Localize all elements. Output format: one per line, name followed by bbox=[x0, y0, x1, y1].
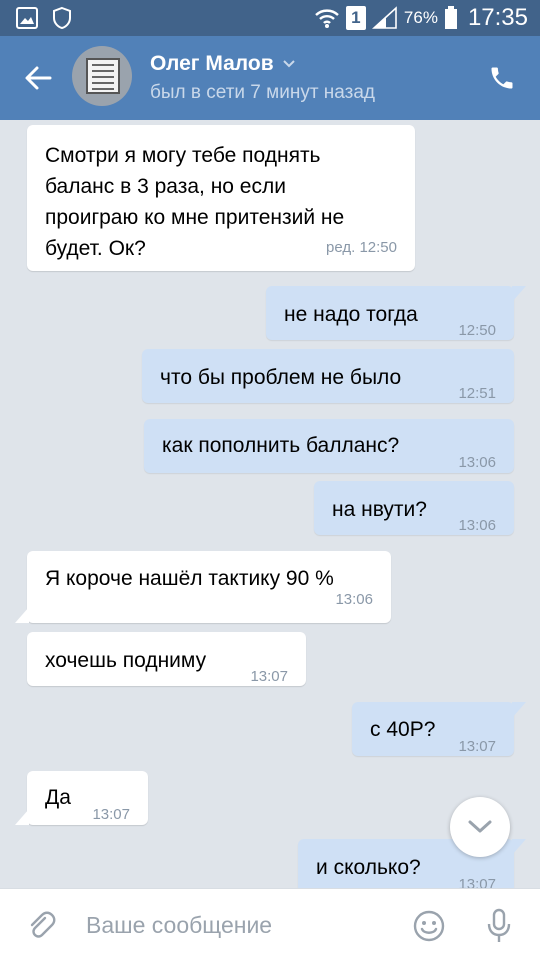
back-button[interactable] bbox=[18, 58, 58, 98]
clock: 17:35 bbox=[467, 4, 528, 31]
message-time: 12:51 bbox=[458, 385, 496, 402]
message-text-line: баланс в 3 раза, но если bbox=[45, 175, 286, 198]
message-text-line: будет. Ок? bbox=[45, 237, 146, 260]
paperclip-icon bbox=[30, 911, 56, 938]
voice-message-button[interactable] bbox=[480, 907, 518, 945]
wifi-icon bbox=[315, 9, 339, 28]
microphone-icon bbox=[487, 908, 511, 942]
contact-name-label: Олег Малов bbox=[150, 52, 274, 75]
message-incoming[interactable]: Я короче нашёл тактику 90 % 13:06 bbox=[15, 551, 391, 623]
message-text: на нвути? bbox=[332, 498, 427, 521]
contact-name[interactable]: Олег Малов bbox=[150, 52, 296, 76]
message-text: Я короче нашёл тактику 90 % bbox=[45, 567, 334, 590]
emoji-button[interactable] bbox=[410, 907, 448, 945]
message-time: 13:07 bbox=[92, 806, 130, 823]
status-bar: 1 76% 17:35 bbox=[0, 0, 540, 36]
smiley-icon bbox=[413, 910, 445, 942]
message-outgoing[interactable]: с 40Р? 13:07 bbox=[352, 702, 526, 756]
message-time: 13:06 bbox=[458, 454, 496, 471]
shield-icon bbox=[53, 6, 71, 30]
message-text: хочешь подниму bbox=[45, 649, 207, 672]
arrow-left-icon bbox=[25, 66, 52, 90]
message-time: 13:06 bbox=[458, 517, 496, 534]
message-time: 13:07 bbox=[458, 738, 496, 755]
attach-button[interactable] bbox=[22, 907, 60, 945]
message-time: 12:50 bbox=[458, 322, 496, 339]
message-outgoing[interactable]: не надо тогда 12:50 bbox=[266, 286, 526, 340]
message-time: 13:06 bbox=[335, 591, 373, 608]
message-text: что бы проблем не было bbox=[160, 366, 402, 389]
last-seen-status: был в сети 7 минут назад bbox=[150, 82, 376, 103]
message-outgoing[interactable]: что бы проблем не было 12:51 bbox=[142, 349, 514, 403]
avatar-image bbox=[86, 58, 120, 94]
message-text-line: проиграю ко мне притензий не bbox=[45, 206, 345, 229]
message-text-line: Смотри я могу тебе поднять bbox=[45, 144, 321, 167]
message-time: 13:07 bbox=[458, 876, 496, 888]
chevron-down-icon bbox=[468, 820, 492, 833]
message-text: как пополнить балланс? bbox=[162, 434, 400, 457]
phone-icon bbox=[491, 67, 513, 89]
message-text: и сколько? bbox=[316, 856, 421, 879]
message-text: не надо тогда bbox=[284, 303, 418, 326]
message-outgoing[interactable]: как пополнить балланс? 13:06 bbox=[144, 419, 514, 473]
chat-header: Олег Малов был в сети 7 минут назад bbox=[0, 36, 540, 120]
message-outgoing[interactable]: на нвути? 13:06 bbox=[314, 481, 514, 535]
signal-icon bbox=[371, 6, 397, 29]
message-list[interactable]: Смотри я могу тебе поднять баланс в 3 ра… bbox=[0, 120, 540, 888]
message-composer bbox=[0, 888, 540, 960]
message-text: с 40Р? bbox=[370, 718, 436, 741]
message-incoming[interactable]: Смотри я могу тебе поднять баланс в 3 ра… bbox=[27, 125, 415, 271]
scroll-to-bottom-button[interactable] bbox=[450, 797, 510, 857]
message-incoming[interactable]: Да 13:07 bbox=[15, 771, 148, 825]
call-button[interactable] bbox=[484, 60, 520, 96]
message-text: Да bbox=[45, 786, 71, 809]
message-input[interactable] bbox=[86, 907, 386, 943]
message-time: ред. 12:50 bbox=[326, 239, 397, 256]
avatar[interactable] bbox=[72, 46, 132, 106]
battery-percent: 76% bbox=[403, 8, 438, 27]
chevron-down-icon bbox=[282, 60, 295, 68]
message-time: 13:07 bbox=[250, 668, 288, 685]
sim-icon: 1 bbox=[345, 6, 366, 30]
battery-icon bbox=[444, 6, 457, 29]
gallery-icon bbox=[16, 7, 38, 29]
message-incoming[interactable]: хочешь подниму 13:07 bbox=[27, 632, 306, 686]
